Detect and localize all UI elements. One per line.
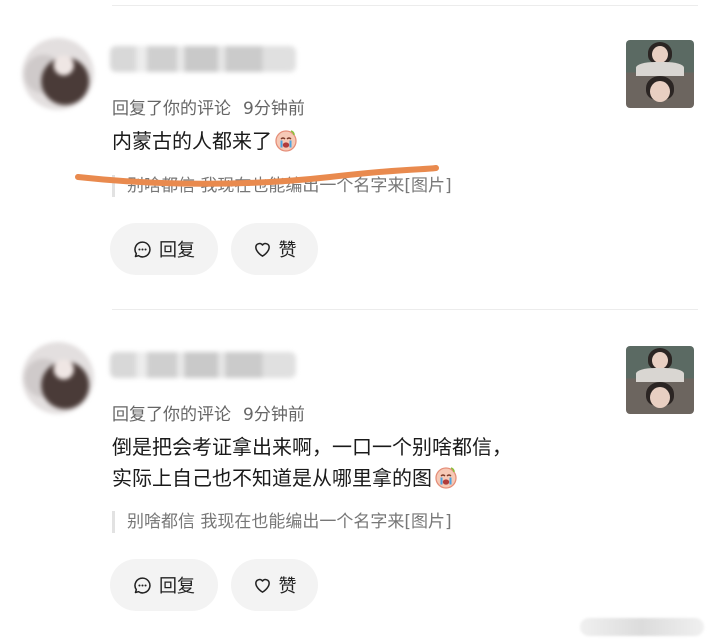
username-blurred[interactable]: [110, 352, 296, 378]
reply-button[interactable]: 回复: [110, 223, 218, 275]
comment-divider: [112, 309, 698, 310]
avatar[interactable]: [22, 38, 94, 110]
heart-icon: [254, 242, 270, 257]
like-button[interactable]: 赞: [231, 223, 318, 275]
comment-meta: 回复了你的评论 9分钟前: [112, 400, 305, 425]
heart-icon: [254, 578, 270, 593]
username-blurred[interactable]: [110, 46, 296, 72]
post-thumbnail[interactable]: [626, 346, 694, 414]
comment-text-line: 倒是把会考证拿出来啊，一口一个别啥都信，: [112, 435, 512, 459]
reply-label: 回复: [159, 576, 195, 597]
comment-text-line: 内蒙古的人都来了: [112, 129, 272, 153]
meta-action: 回复了你的评论: [112, 405, 231, 425]
reply-button[interactable]: 回复: [110, 559, 218, 611]
meta-time: 9分钟前: [243, 405, 305, 425]
comment-meta: 回复了你的评论 9分钟前: [112, 94, 305, 119]
thumbnail-figure: [650, 81, 670, 102]
comment-text-line: 实际上自己也不知道是从哪里拿的图: [112, 466, 432, 490]
thumbnail-figure: [650, 387, 670, 408]
top-divider: [112, 5, 698, 6]
annotation-underline: [75, 165, 439, 187]
quoted-comment[interactable]: 别啥都信 我现在也能编出一个名字来[图片]: [112, 511, 452, 533]
crying-face-emoji-icon: [275, 130, 297, 152]
meta-action: 回复了你的评论: [112, 99, 231, 119]
like-label: 赞: [278, 576, 297, 597]
thumbnail-figure: [652, 46, 668, 63]
like-button[interactable]: 赞: [231, 559, 318, 611]
comment-bubble-icon: [134, 576, 151, 594]
post-thumbnail[interactable]: [626, 40, 694, 108]
reply-label: 回复: [159, 240, 195, 261]
comment-text: 内蒙古的人都来了: [112, 126, 298, 157]
thumbnail-figure: [636, 368, 684, 382]
comment-text: 倒是把会考证拿出来啊，一口一个别啥都信， 实际上自己也不知道是从哪里拿的图: [112, 432, 512, 494]
thumbnail-figure: [652, 352, 668, 369]
watermark-blurred: [580, 618, 704, 636]
avatar[interactable]: [22, 342, 94, 414]
comment-bubble-icon: [134, 240, 151, 258]
crying-face-emoji-icon: [435, 467, 457, 489]
quoted-comment[interactable]: 别啥都信 我现在也能编出一个名字来[图片]: [112, 175, 452, 197]
meta-time: 9分钟前: [243, 99, 305, 119]
thumbnail-figure: [636, 62, 684, 76]
like-label: 赞: [278, 240, 297, 261]
